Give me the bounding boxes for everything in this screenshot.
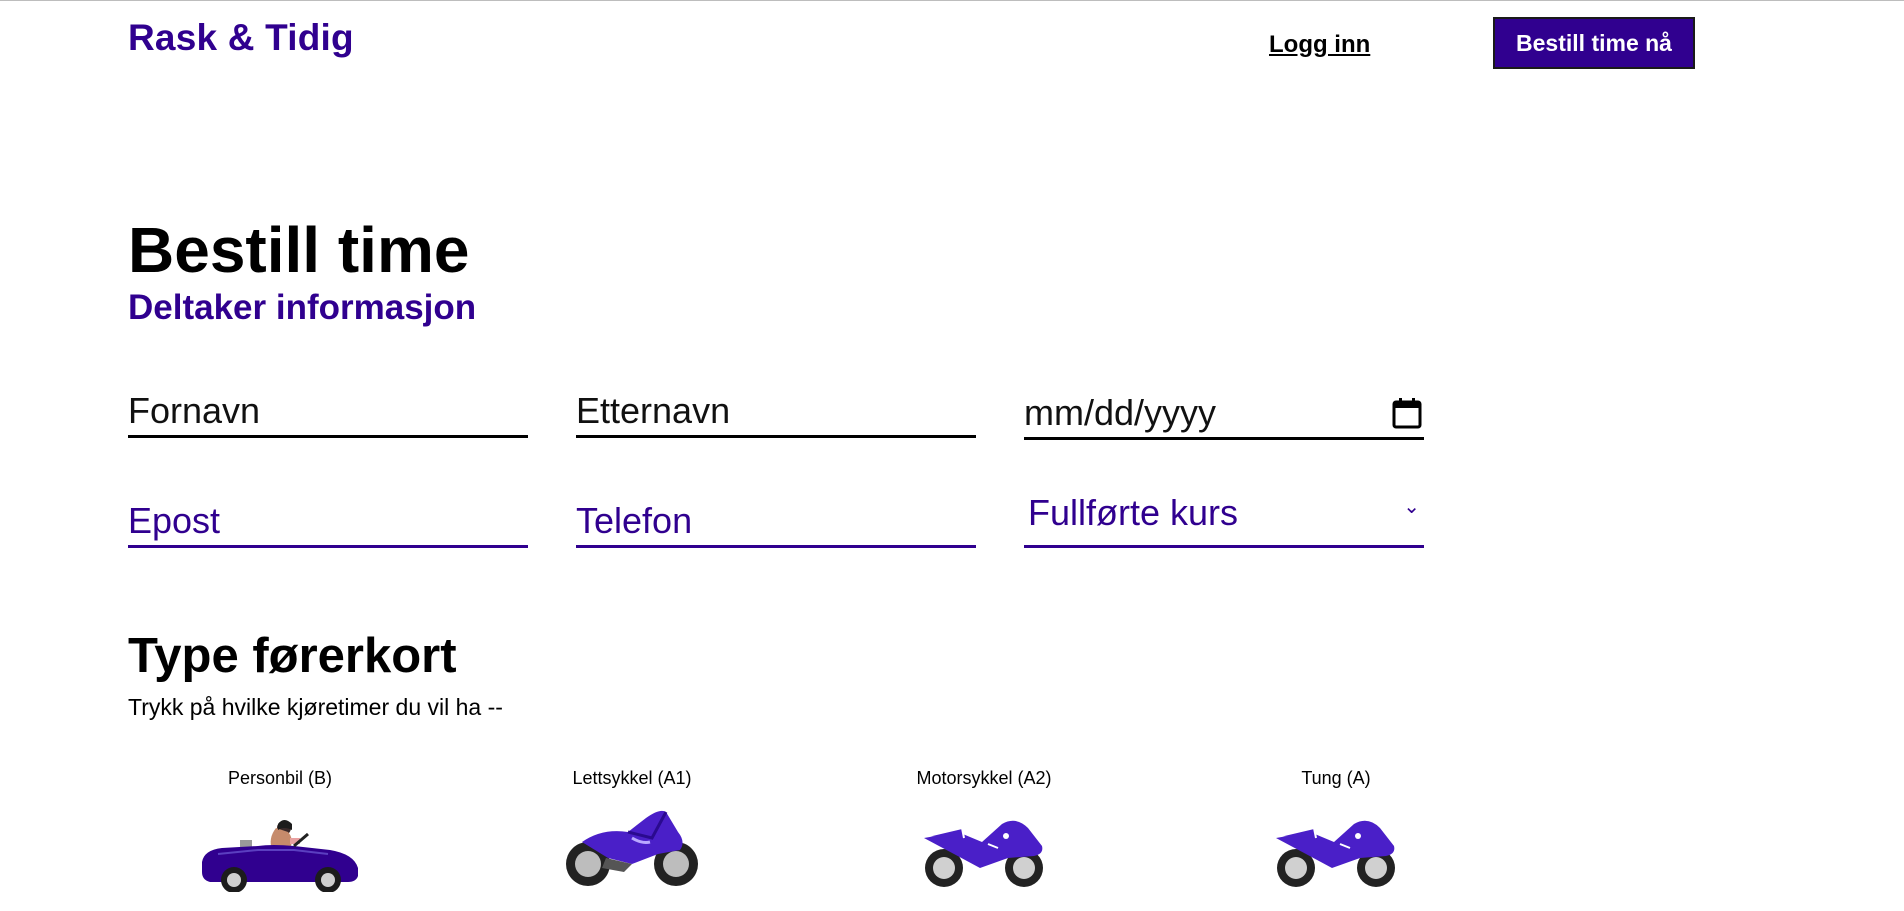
chevron-down-icon: ⌄	[1403, 496, 1420, 518]
login-link[interactable]: Logg inn	[1269, 31, 1370, 59]
license-option-a2[interactable]: Motorsykkel (A2)	[894, 764, 1074, 892]
last-name-input[interactable]: Etternavn	[576, 388, 976, 438]
license-type-help: Trykk på hvilke kjøretimer du vil ha --	[128, 694, 503, 720]
license-option-label: Lettsykkel (A1)	[572, 768, 692, 788]
motorcycle-icon[interactable]	[918, 798, 1050, 892]
phone-placeholder: Telefon	[576, 500, 693, 541]
email-input[interactable]: Epost	[128, 498, 528, 548]
license-option-a1[interactable]: Lettsykkel (A1)	[542, 764, 722, 892]
car-icon[interactable]	[198, 798, 362, 892]
completed-courses-value: Fullførte kurs	[1028, 492, 1239, 533]
calendar-icon[interactable]	[1392, 397, 1422, 429]
participant-info-subtitle: Deltaker informasjon	[128, 288, 477, 327]
last-name-placeholder: Etternavn	[576, 390, 731, 431]
first-name-placeholder: Fornavn	[128, 390, 261, 431]
license-option-b[interactable]: Personbil (B)	[190, 764, 370, 892]
phone-input[interactable]: Telefon	[576, 498, 976, 548]
license-option-label: Motorsykkel (A2)	[916, 768, 1052, 788]
birth-date-placeholder: mm/dd/yyyy	[1024, 392, 1217, 433]
completed-courses-select[interactable]: Fullførte kurs ⌄	[1024, 493, 1424, 548]
heavy-motorcycle-icon[interactable]	[1270, 798, 1402, 892]
first-name-input[interactable]: Fornavn	[128, 388, 528, 438]
license-type-heading: Type førerkort	[128, 629, 457, 683]
license-option-label: Tung (A)	[1301, 768, 1371, 788]
page-title: Bestill time	[128, 214, 470, 286]
birth-date-input[interactable]: mm/dd/yyyy	[1024, 388, 1424, 440]
email-placeholder: Epost	[128, 500, 221, 541]
site-logo[interactable]: Rask & Tidig	[128, 17, 354, 59]
license-option-a[interactable]: Tung (A)	[1246, 764, 1426, 892]
license-option-label: Personbil (B)	[227, 768, 333, 788]
sport-motorcycle-icon[interactable]	[562, 798, 702, 892]
book-now-button[interactable]: Bestill time nå	[1493, 17, 1695, 69]
